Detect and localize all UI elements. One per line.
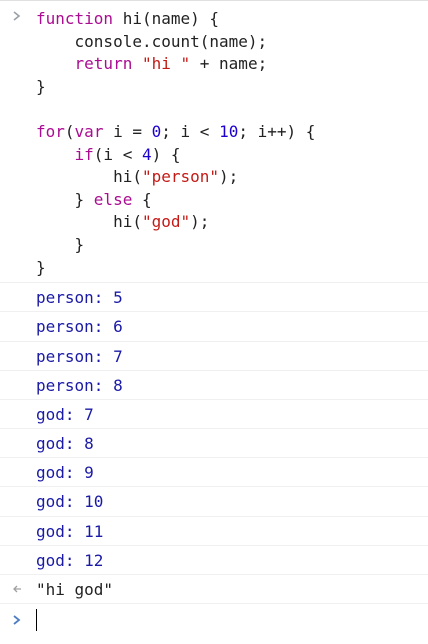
chevron-right-icon [13, 615, 21, 625]
code-token: { [132, 189, 152, 209]
code-token: 4 [141, 144, 152, 164]
code-token: hi( [36, 167, 142, 187]
console-input-entry: function hi(name) { console.count(name);… [0, 1, 428, 284]
chevron-right-icon [13, 11, 21, 21]
code-token: } [36, 76, 46, 96]
code-token: hi(name) { [113, 9, 220, 28]
text-caret [36, 609, 37, 631]
code-token: if [74, 144, 94, 164]
code-token: } [36, 257, 46, 277]
code-line: } [36, 234, 85, 254]
code-line: hi("person"); [36, 167, 238, 186]
console-log-row[interactable]: god: 7 [0, 400, 428, 430]
code-token: "god" [141, 212, 191, 232]
code-line: } [36, 77, 46, 96]
code-line: if(i < 4) { [36, 145, 181, 164]
code-line: } [36, 258, 46, 277]
code-token: hi( [36, 212, 142, 232]
console-prompt[interactable] [0, 604, 428, 644]
code-token: else [93, 189, 133, 209]
console-log-row[interactable]: person: 5 [0, 283, 428, 313]
code-token: "person" [141, 167, 220, 187]
console-log-row[interactable]: god: 8 [0, 429, 428, 459]
code-token: + name; [190, 54, 268, 74]
code-line: hi("god"); [36, 212, 209, 231]
code-line: for(var i = 0; i < 10; i++) { [36, 122, 315, 141]
code-token: ; i++) { [238, 121, 316, 141]
code-block[interactable]: function hi(name) { console.count(name);… [0, 1, 428, 282]
code-token: "hi " [141, 54, 191, 74]
code-token: var [74, 121, 104, 141]
code-token: ); [219, 167, 239, 187]
code-token: function [36, 9, 114, 28]
code-token: ; i < [161, 121, 220, 141]
code-token: (i < [93, 144, 142, 164]
result-value[interactable]: "hi god" [36, 580, 113, 599]
code-token: } [36, 189, 94, 209]
result-arrow-icon [13, 585, 21, 593]
console-log-row[interactable]: person: 8 [0, 371, 428, 400]
code-token: 0 [151, 121, 162, 141]
code-line: console.count(name); [36, 31, 268, 51]
console-result-entry: "hi god" [0, 575, 428, 604]
console-log-row[interactable]: god: 11 [0, 517, 428, 546]
console-log-row[interactable]: god: 12 [0, 546, 428, 575]
code-token: ) { [151, 144, 181, 164]
code-token: console.count(name); [36, 31, 268, 51]
code-line: function hi(name) { [36, 9, 219, 28]
console-log-list: person: 5 person: 6 person: 7 person: 8 god:… [0, 283, 428, 575]
code-token: ( [64, 121, 75, 141]
console-log-row[interactable]: god: 9 [0, 458, 428, 488]
code-token: for [36, 121, 65, 141]
code-line: } else { [36, 190, 152, 209]
console-log-row[interactable]: person: 6 [0, 312, 428, 342]
console-log-row[interactable]: god: 10 [0, 487, 428, 517]
console-log-row[interactable]: person: 7 [0, 342, 428, 371]
code-token: return [74, 54, 133, 74]
code-token: } [36, 234, 85, 254]
devtools-console: function hi(name) { console.count(name);… [0, 0, 428, 638]
code-token: 10 [219, 121, 239, 141]
code-line: return "hi " + name; [36, 54, 268, 74]
code-token: i = [103, 121, 152, 141]
code-token: ); [190, 212, 210, 232]
